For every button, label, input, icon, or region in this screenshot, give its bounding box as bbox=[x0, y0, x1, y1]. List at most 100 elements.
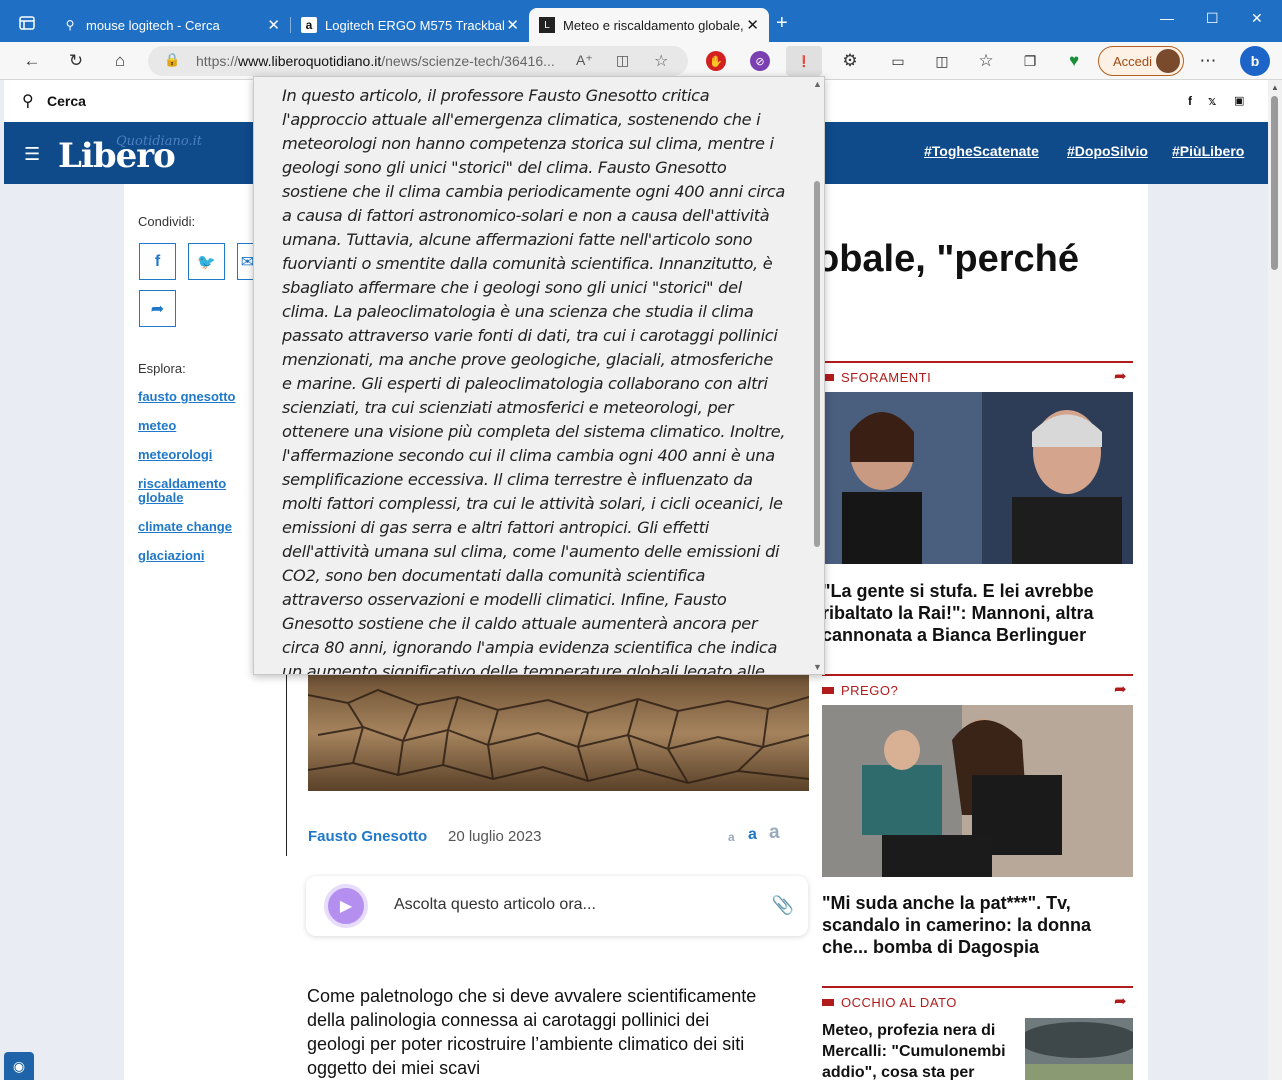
summary-text: In questo articolo, il professore Fausto… bbox=[282, 86, 786, 675]
logo-sub: Quotidiano.it bbox=[116, 134, 202, 149]
summary-popup: In questo articolo, il professore Fausto… bbox=[253, 76, 825, 675]
search-icon[interactable]: ⚲ bbox=[22, 91, 34, 111]
share-arrow-icon[interactable]: ➦ bbox=[1114, 367, 1127, 385]
back-icon[interactable]: ← bbox=[20, 50, 44, 72]
explore-label: Esplora: bbox=[138, 361, 186, 376]
favorite-star-icon[interactable]: ☆ bbox=[654, 51, 668, 71]
search-icon: ⚲ bbox=[65, 18, 75, 32]
more-menu-icon[interactable]: ⋯ bbox=[1196, 50, 1220, 72]
performance-icon[interactable]: ♥ bbox=[1062, 50, 1086, 72]
article-headline: obale, "perché bbox=[816, 238, 1079, 280]
libero-logo[interactable]: Libero Quotidiano.it bbox=[58, 130, 218, 178]
article-date: 20 luglio 2023 bbox=[448, 828, 542, 845]
audio-player: ▶ Ascolta questo articolo ora... 📎 bbox=[306, 876, 808, 936]
share-label: Condividi: bbox=[138, 214, 196, 229]
adblock-extension-icon[interactable]: ✋ bbox=[706, 51, 726, 71]
cast-icon[interactable]: ▭ bbox=[886, 50, 910, 72]
article-author[interactable]: Fausto Gnesotto bbox=[308, 828, 427, 845]
extensions-icon[interactable]: ⚙ bbox=[838, 50, 862, 72]
popup-scroll-thumb[interactable] bbox=[814, 181, 820, 547]
cookie-settings-icon[interactable]: ◉ bbox=[4, 1052, 34, 1080]
scroll-thumb[interactable] bbox=[1271, 96, 1278, 270]
news-title[interactable]: Meteo, profezia nera di Mercalli: "Cumul… bbox=[822, 1020, 1018, 1080]
close-icon[interactable]: ✕ bbox=[267, 16, 280, 34]
share-arrow-icon[interactable]: ➦ bbox=[1114, 992, 1127, 1010]
minimize-icon[interactable]: — bbox=[1160, 10, 1174, 26]
close-icon[interactable]: ✕ bbox=[746, 16, 759, 34]
instagram-icon[interactable]: ▣ bbox=[1234, 94, 1244, 107]
tab-1[interactable]: a Logitech ERGO M575 Trackball - ✕ bbox=[291, 8, 529, 42]
tab-title: mouse logitech - Cerca bbox=[86, 17, 220, 33]
section-category[interactable]: SFORAMENTI bbox=[822, 370, 931, 385]
article-hero-image bbox=[308, 675, 809, 791]
paperclip-icon[interactable]: 📎 bbox=[772, 895, 794, 916]
share-more-button[interactable]: ➦ bbox=[139, 290, 176, 327]
menu-icon[interactable]: ☰ bbox=[24, 144, 40, 165]
explore-tag-link[interactable]: meteorologi bbox=[138, 448, 258, 462]
explore-tag-link[interactable]: glaciazioni bbox=[138, 549, 258, 563]
maximize-icon[interactable]: ☐ bbox=[1206, 10, 1219, 27]
tab-2-active[interactable]: L Meteo e riscaldamento globale, ' ✕ bbox=[529, 8, 769, 42]
scroll-down-icon[interactable]: ▼ bbox=[813, 662, 822, 672]
font-size-small-button[interactable]: a bbox=[728, 830, 735, 844]
read-aloud-icon[interactable]: A⁺ bbox=[576, 52, 593, 69]
new-tab-icon[interactable]: + bbox=[776, 12, 788, 35]
article-body: Come paletnologo che si deve avvalere sc… bbox=[307, 986, 757, 1078]
search-label[interactable]: Cerca bbox=[47, 93, 86, 109]
url-path: /news/scienze-tech/36416... bbox=[381, 53, 555, 69]
twitter-icon: 🐦 bbox=[197, 253, 216, 271]
login-label: Accedi bbox=[1113, 54, 1153, 69]
page-scrollbar[interactable]: ▲ bbox=[1268, 80, 1282, 1080]
explore-tag-link[interactable]: meteo bbox=[138, 419, 258, 433]
bing-copilot-icon[interactable]: b bbox=[1240, 46, 1270, 76]
section-rule bbox=[822, 674, 1133, 676]
news-title[interactable]: "La gente si stufa. E lei avrebbe ribalt… bbox=[822, 580, 1134, 646]
news-title[interactable]: "Mi suda anche la pat***". Tv, scandalo … bbox=[822, 892, 1134, 958]
news-image[interactable] bbox=[822, 705, 1133, 877]
news-image[interactable] bbox=[1025, 1018, 1133, 1080]
favorites-icon[interactable]: ☆ bbox=[974, 50, 998, 72]
explore-tag-link[interactable]: climate change bbox=[138, 520, 258, 534]
url-text[interactable]: https://www.liberoquotidiano.it/news/sci… bbox=[196, 53, 555, 69]
browser-toolbar: ← ↻ ⌂ 🔒 https://www.liberoquotidiano.it/… bbox=[0, 42, 1282, 80]
browser-titlebar: ⚲ mouse logitech - Cerca ✕ a Logitech ER… bbox=[0, 0, 1282, 42]
refresh-icon[interactable]: ↻ bbox=[64, 50, 88, 72]
tab-0[interactable]: ⚲ mouse logitech - Cerca ✕ bbox=[52, 8, 290, 42]
close-icon[interactable]: ✕ bbox=[506, 16, 519, 34]
scroll-up-icon[interactable]: ▲ bbox=[1271, 83, 1279, 92]
section-category[interactable]: OCCHIO AL DATO bbox=[822, 995, 957, 1010]
popup-scrollbar[interactable]: ▲ ▼ bbox=[810, 77, 824, 674]
app-available-icon[interactable]: ◫ bbox=[616, 52, 629, 69]
share-facebook-button[interactable]: f bbox=[139, 243, 176, 280]
login-button[interactable]: Accedi bbox=[1098, 46, 1184, 76]
explore-tag-link[interactable]: riscaldamento globale bbox=[138, 477, 248, 505]
section-rule bbox=[822, 986, 1133, 988]
split-screen-icon[interactable]: ◫ bbox=[930, 50, 954, 72]
header-tag-link[interactable]: #DopoSilvio bbox=[1067, 143, 1148, 159]
lock-icon: 🔒 bbox=[164, 52, 181, 67]
facebook-icon[interactable]: f bbox=[1188, 94, 1192, 108]
font-size-large-button[interactable]: a bbox=[769, 822, 780, 844]
play-icon[interactable]: ▶ bbox=[324, 884, 368, 928]
extension-active-icon[interactable]: ❗ bbox=[786, 46, 822, 76]
home-icon[interactable]: ⌂ bbox=[108, 50, 132, 72]
explore-tag-link[interactable]: fausto gnesotto bbox=[138, 390, 258, 404]
scroll-up-icon[interactable]: ▲ bbox=[813, 79, 822, 89]
blocker-extension-icon[interactable]: ⊘ bbox=[750, 51, 770, 71]
section-rule bbox=[822, 361, 1133, 363]
close-window-icon[interactable]: ✕ bbox=[1251, 10, 1263, 27]
libero-favicon: L bbox=[539, 17, 555, 33]
share-arrow-icon[interactable]: ➦ bbox=[1114, 680, 1127, 698]
font-size-medium-button[interactable]: a bbox=[748, 826, 757, 844]
share-twitter-button[interactable]: 🐦 bbox=[188, 243, 225, 280]
tab-actions-icon[interactable] bbox=[14, 12, 40, 34]
news-image[interactable] bbox=[822, 392, 1133, 564]
twitter-icon[interactable]: 𝕩 bbox=[1208, 94, 1216, 108]
header-tag-link[interactable]: #TogheScatenate bbox=[924, 143, 1039, 159]
tab-title: Logitech ERGO M575 Trackball - bbox=[325, 17, 505, 33]
section-category[interactable]: PREGO? bbox=[822, 683, 898, 698]
url-domain: www.liberoquotidiano.it bbox=[238, 53, 382, 69]
header-tag-link[interactable]: #PiùLibero bbox=[1172, 143, 1244, 159]
address-bar[interactable]: 🔒 https://www.liberoquotidiano.it/news/s… bbox=[148, 46, 688, 76]
collections-icon[interactable]: ❐ bbox=[1018, 50, 1042, 72]
